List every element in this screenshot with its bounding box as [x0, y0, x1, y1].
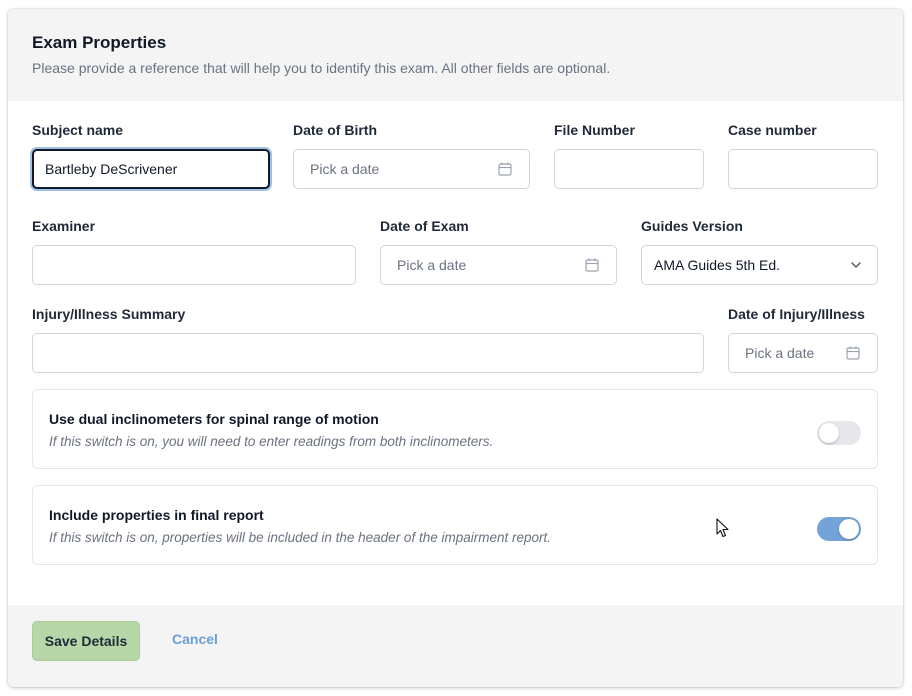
date-of-injury-label: Date of Injury/Illness: [728, 306, 865, 322]
case-number-input[interactable]: [728, 149, 878, 189]
calendar-icon: [497, 161, 513, 177]
injury-summary-label: Injury/Illness Summary: [32, 306, 186, 322]
file-number-label: File Number: [554, 122, 635, 138]
date-of-injury-placeholder: Pick a date: [745, 345, 815, 361]
include-properties-panel: Include properties in final report If th…: [32, 485, 878, 565]
calendar-icon: [845, 345, 861, 361]
toggle-knob: [839, 519, 859, 539]
include-properties-toggle[interactable]: [817, 517, 861, 541]
dual-inclinometer-title: Use dual inclinometers for spinal range …: [49, 411, 379, 427]
subject-name-label: Subject name: [32, 122, 124, 138]
date-of-injury-picker[interactable]: Pick a date: [728, 333, 878, 373]
file-number-input[interactable]: [554, 149, 704, 189]
exam-properties-card: Exam Properties Please provide a referen…: [8, 9, 903, 687]
include-properties-title: Include properties in final report: [49, 507, 264, 523]
guides-version-selected: AMA Guides 5th Ed.: [654, 257, 781, 273]
dual-inclinometer-panel: Use dual inclinometers for spinal range …: [32, 389, 878, 469]
subject-name-value: Bartleby DeScrivener: [45, 161, 178, 177]
date-of-birth-label: Date of Birth: [293, 122, 377, 138]
dual-inclinometer-toggle[interactable]: [817, 421, 861, 445]
guides-version-label: Guides Version: [641, 218, 743, 234]
toggle-knob: [819, 423, 839, 443]
date-of-exam-picker[interactable]: Pick a date: [380, 245, 617, 285]
card-header: Exam Properties Please provide a referen…: [8, 9, 903, 101]
date-of-birth-placeholder: Pick a date: [310, 161, 380, 177]
injury-summary-input[interactable]: [32, 333, 704, 373]
chevron-down-icon: [849, 258, 863, 272]
mouse-cursor-icon: [716, 518, 730, 538]
subject-name-input[interactable]: Bartleby DeScrivener: [32, 149, 270, 189]
cancel-button[interactable]: Cancel: [172, 631, 218, 647]
page-subtitle: Please provide a reference that will hel…: [32, 60, 611, 76]
date-of-exam-label: Date of Exam: [380, 218, 469, 234]
examiner-input[interactable]: [32, 245, 356, 285]
case-number-label: Case number: [728, 122, 817, 138]
date-of-birth-picker[interactable]: Pick a date: [293, 149, 530, 189]
guides-version-select[interactable]: AMA Guides 5th Ed.: [641, 245, 878, 285]
card-footer: Save Details Cancel: [8, 605, 903, 687]
calendar-icon: [584, 257, 600, 273]
date-of-exam-placeholder: Pick a date: [397, 257, 467, 273]
examiner-label: Examiner: [32, 218, 96, 234]
include-properties-description: If this switch is on, properties will be…: [49, 530, 551, 545]
save-details-button[interactable]: Save Details: [32, 621, 140, 661]
dual-inclinometer-description: If this switch is on, you will need to e…: [49, 434, 494, 449]
page-title: Exam Properties: [32, 33, 167, 52]
